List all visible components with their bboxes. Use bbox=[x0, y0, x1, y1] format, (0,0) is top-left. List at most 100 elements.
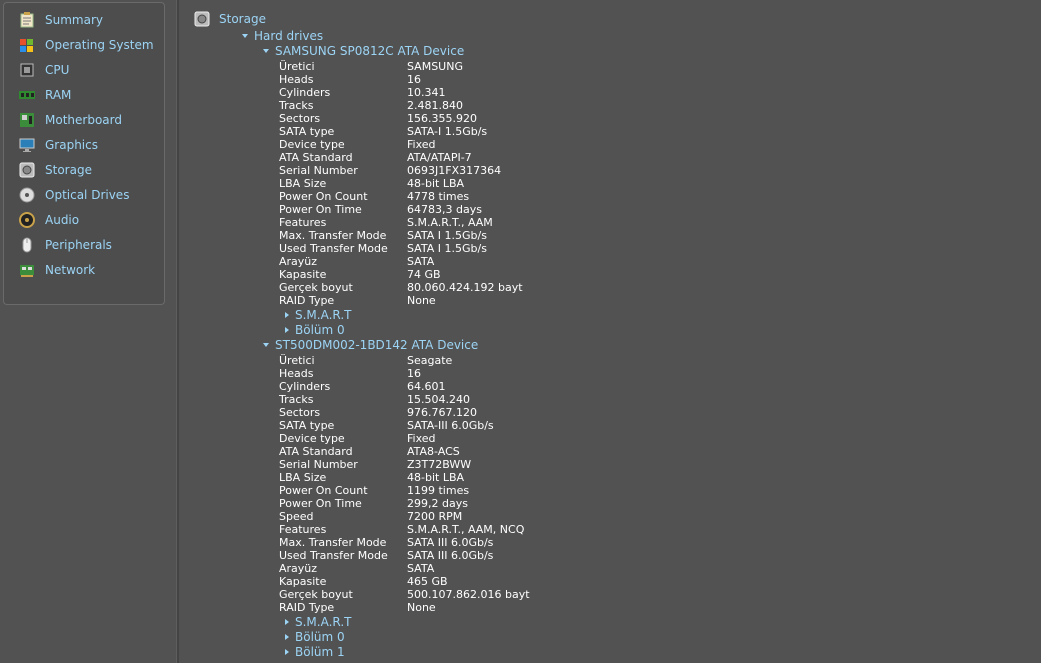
sidebar-item-ram[interactable]: RAM bbox=[19, 84, 164, 106]
property-value: S.M.A.R.T., AAM bbox=[407, 216, 493, 229]
property-value: 4778 times bbox=[407, 190, 470, 203]
sidebar-item-peripherals[interactable]: Peripherals bbox=[19, 234, 164, 256]
chevron-right-icon bbox=[285, 327, 289, 333]
property-key: Sectors bbox=[279, 112, 321, 125]
sidebar-item-label: Motherboard bbox=[45, 113, 122, 127]
sidebar-item-network[interactable]: Network bbox=[19, 259, 164, 281]
property-value: 156.355.920 bbox=[407, 112, 477, 125]
property-key: Power On Time bbox=[279, 203, 362, 216]
property-key: Gerçek boyut bbox=[279, 588, 353, 601]
sidebar-item-operating-system[interactable]: Operating System bbox=[19, 34, 164, 56]
monitor-icon bbox=[19, 137, 35, 153]
property-value: 299,2 days bbox=[407, 497, 468, 510]
tree-node-label: Bölüm 0 bbox=[295, 323, 345, 337]
property-value: 0693J1FX317364 bbox=[407, 164, 502, 177]
property-key: Cylinders bbox=[279, 86, 331, 99]
hard-drives-label: Hard drives bbox=[254, 29, 324, 43]
property-key: LBA Size bbox=[279, 471, 327, 484]
property-key: Üretici bbox=[279, 354, 315, 367]
property-key: Power On Count bbox=[279, 190, 368, 203]
property-key: Power On Count bbox=[279, 484, 368, 497]
page-title: Storage bbox=[219, 12, 266, 26]
partition-node[interactable]: Bölüm 0 bbox=[285, 630, 345, 644]
property-key: Serial Number bbox=[279, 164, 358, 177]
cpu-icon bbox=[19, 62, 35, 78]
property-value: SATA III 6.0Gb/s bbox=[407, 536, 494, 549]
property-value: Fixed bbox=[407, 432, 436, 445]
drive-node[interactable]: ST500DM002-1BD142 ATA Device bbox=[263, 338, 478, 352]
chevron-right-icon bbox=[285, 649, 289, 655]
property-value: 10.341 bbox=[407, 86, 446, 99]
property-value: ATA/ATAPI-7 bbox=[407, 151, 472, 164]
property-value: 16 bbox=[407, 367, 421, 380]
property-key: Üretici bbox=[279, 60, 315, 73]
sidebar-item-cpu[interactable]: CPU bbox=[19, 59, 164, 81]
property-value: SATA I 1.5Gb/s bbox=[407, 242, 487, 255]
drive-name: ST500DM002-1BD142 ATA Device bbox=[275, 338, 479, 352]
property-key: ATA Standard bbox=[279, 151, 353, 164]
sidebar-item-label: RAM bbox=[45, 88, 72, 102]
sidebar-item-label: Operating System bbox=[45, 38, 154, 52]
chevron-down-icon bbox=[242, 34, 248, 38]
property-value: 2.481.840 bbox=[407, 99, 463, 112]
property-value: SATA-III 6.0Gb/s bbox=[407, 419, 494, 432]
sidebar-item-label: CPU bbox=[45, 63, 70, 77]
property-value: 976.767.120 bbox=[407, 406, 477, 419]
property-key: Device type bbox=[279, 432, 345, 445]
property-value: Seagate bbox=[407, 354, 453, 367]
property-key: Gerçek boyut bbox=[279, 281, 353, 294]
property-key: RAID Type bbox=[279, 294, 335, 307]
sidebar-item-optical-drives[interactable]: Optical Drives bbox=[19, 184, 164, 206]
chevron-right-icon bbox=[285, 634, 289, 640]
sidebar-item-summary[interactable]: Summary bbox=[19, 9, 164, 31]
property-key: Max. Transfer Mode bbox=[279, 229, 387, 242]
tree-node-label: S.M.A.R.T bbox=[295, 615, 352, 629]
partition-node[interactable]: Bölüm 0 bbox=[285, 323, 345, 337]
smart-node[interactable]: S.M.A.R.T bbox=[285, 308, 351, 322]
property-key: Kapasite bbox=[279, 268, 327, 281]
property-key: Cylinders bbox=[279, 380, 331, 393]
sidebar-item-label: Audio bbox=[45, 213, 80, 227]
property-key: Power On Time bbox=[279, 497, 362, 510]
smart-node[interactable]: S.M.A.R.T bbox=[285, 615, 351, 629]
hard-drives-node[interactable]: Hard drives bbox=[242, 29, 323, 43]
property-value: 16 bbox=[407, 73, 421, 86]
property-key: SATA type bbox=[279, 419, 335, 432]
property-value: 48-bit LBA bbox=[407, 177, 465, 190]
property-key: Arayüz bbox=[279, 255, 318, 268]
property-value: SATA-I 1.5Gb/s bbox=[407, 125, 488, 138]
property-value: 1199 times bbox=[407, 484, 470, 497]
property-key: Max. Transfer Mode bbox=[279, 536, 387, 549]
sidebar-item-storage[interactable]: Storage bbox=[19, 159, 164, 181]
sidebar-item-audio[interactable]: Audio bbox=[19, 209, 164, 231]
sidebar-item-label: Optical Drives bbox=[45, 188, 130, 202]
property-value: None bbox=[407, 294, 436, 307]
hard-drive-icon bbox=[19, 162, 35, 178]
tree-node-label: Bölüm 0 bbox=[295, 630, 345, 644]
windows-icon bbox=[19, 37, 35, 53]
property-value: 500.107.862.016 bayt bbox=[407, 588, 530, 601]
property-key: Features bbox=[279, 523, 327, 536]
chevron-down-icon bbox=[263, 343, 269, 347]
property-value: SATA I 1.5Gb/s bbox=[407, 229, 487, 242]
hard-drive-icon bbox=[194, 11, 210, 27]
disc-icon bbox=[19, 187, 35, 203]
property-key: Features bbox=[279, 216, 327, 229]
sidebar-item-graphics[interactable]: Graphics bbox=[19, 134, 164, 156]
property-key: Arayüz bbox=[279, 562, 318, 575]
drive-node[interactable]: SAMSUNG SP0812C ATA Device bbox=[263, 44, 464, 58]
property-value: SATA bbox=[407, 562, 435, 575]
property-key: Serial Number bbox=[279, 458, 358, 471]
chevron-down-icon bbox=[263, 49, 269, 53]
tree-node-label: Bölüm 1 bbox=[295, 645, 345, 659]
partition-node[interactable]: Bölüm 1 bbox=[285, 645, 345, 659]
sidebar-item-label: Storage bbox=[45, 163, 92, 177]
sidebar-item-label: Summary bbox=[45, 13, 103, 27]
network-icon bbox=[19, 262, 35, 278]
chevron-right-icon bbox=[285, 312, 289, 318]
sidebar-item-motherboard[interactable]: Motherboard bbox=[19, 109, 164, 131]
property-value: Fixed bbox=[407, 138, 436, 151]
sidebar-item-label: Network bbox=[45, 263, 96, 277]
property-key: Heads bbox=[279, 73, 314, 86]
property-value: SATA bbox=[407, 255, 435, 268]
